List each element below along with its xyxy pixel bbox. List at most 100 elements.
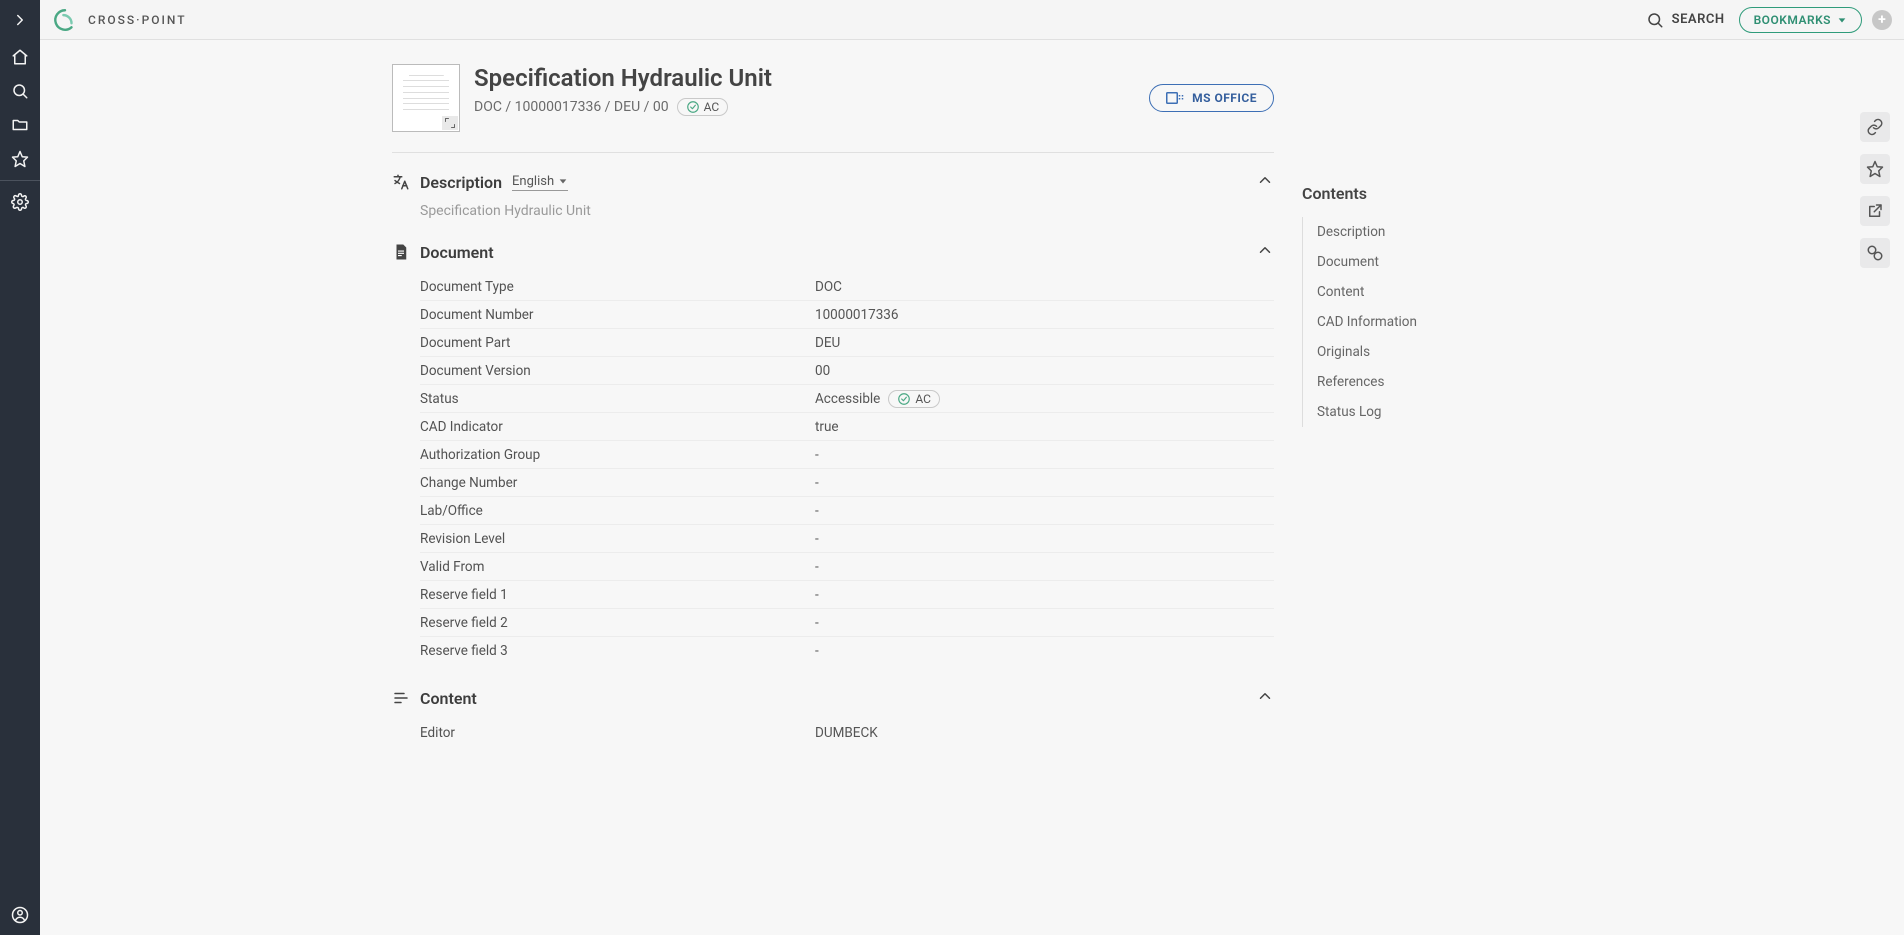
description-title: Description <box>420 173 502 192</box>
document-header: Specification Hydraulic Unit DOC / 10000… <box>392 64 1274 152</box>
user-icon[interactable] <box>0 895 40 935</box>
field-row: Document PartDEU <box>420 329 1274 357</box>
field-label: Document Version <box>420 363 815 379</box>
status-code: AC <box>704 100 720 114</box>
field-row: Valid From- <box>420 553 1274 581</box>
field-label: Document Number <box>420 307 815 323</box>
add-button[interactable]: + <box>1872 10 1892 30</box>
document-thumbnail[interactable] <box>392 64 460 132</box>
toc-item[interactable]: References <box>1303 367 1532 397</box>
header-search-label: SEARCH <box>1672 12 1725 27</box>
field-label: Revision Level <box>420 531 815 547</box>
header-divider <box>392 152 1274 153</box>
field-label: Document Type <box>420 279 815 295</box>
star-outline-icon[interactable] <box>1860 154 1890 184</box>
field-label: Status <box>420 391 815 407</box>
header-search-button[interactable]: SEARCH <box>1646 11 1725 29</box>
collapse-description-icon[interactable] <box>1256 171 1274 193</box>
brand: CROSS·POINT <box>52 7 187 33</box>
field-row: Lab/Office- <box>420 497 1274 525</box>
section-description: Description English Specification Hydrau… <box>392 171 1274 219</box>
field-value: DUMBECK <box>815 725 878 741</box>
field-value: - <box>815 615 819 631</box>
folder-icon[interactable] <box>0 108 40 142</box>
content-icon <box>392 689 410 707</box>
field-value: - <box>815 447 819 463</box>
field-label: Document Part <box>420 335 815 351</box>
language-value: English <box>512 174 554 189</box>
toc-item[interactable]: Document <box>1303 247 1532 277</box>
open-external-icon[interactable] <box>1860 196 1890 226</box>
status-badge: AC <box>677 98 729 116</box>
sidebar-separator <box>0 180 40 181</box>
field-row: EditorDUMBECK <box>420 719 1274 747</box>
document-title: Specification Hydraulic Unit <box>474 64 1135 92</box>
field-value: - <box>815 587 819 603</box>
field-row: Reserve field 1- <box>420 581 1274 609</box>
toc-title: Contents <box>1302 184 1532 203</box>
field-row: StatusAccessibleAC <box>420 385 1274 413</box>
field-label: Editor <box>420 725 815 741</box>
field-row: Reserve field 2- <box>420 609 1274 637</box>
collapse-content-icon[interactable] <box>1256 687 1274 709</box>
app-header: CROSS·POINT SEARCH BOOKMARKS + <box>40 0 1904 40</box>
language-select[interactable]: English <box>512 174 568 191</box>
ms-office-button[interactable]: MS OFFICE <box>1149 84 1274 112</box>
bookmarks-button[interactable]: BOOKMARKS <box>1739 7 1862 33</box>
translate-icon <box>392 173 410 191</box>
field-value: - <box>815 559 819 575</box>
collapse-document-icon[interactable] <box>1256 241 1274 263</box>
field-row: Authorization Group- <box>420 441 1274 469</box>
search-icon[interactable] <box>0 74 40 108</box>
ms-office-label: MS OFFICE <box>1192 91 1257 105</box>
document-breadcrumb: DOC / 10000017336 / DEU / 00 <box>474 99 669 115</box>
field-label: Reserve field 2 <box>420 615 815 631</box>
field-label: Change Number <box>420 475 815 491</box>
section-document: Document Document TypeDOCDocument Number… <box>392 241 1274 665</box>
toc-item[interactable]: Originals <box>1303 337 1532 367</box>
relations-icon[interactable] <box>1860 238 1890 268</box>
table-of-contents: Contents DescriptionDocumentContentCAD I… <box>1302 64 1532 427</box>
field-value: - <box>815 475 819 491</box>
field-label: Authorization Group <box>420 447 815 463</box>
field-value: - <box>815 531 819 547</box>
home-icon[interactable] <box>0 40 40 74</box>
field-value: AccessibleAC <box>815 390 940 408</box>
field-value: DEU <box>815 335 840 351</box>
toc-item[interactable]: Status Log <box>1303 397 1532 427</box>
star-icon[interactable] <box>0 142 40 176</box>
expand-sidebar-button[interactable] <box>0 0 40 40</box>
toc-item[interactable]: Content <box>1303 277 1532 307</box>
field-value: 00 <box>815 363 830 379</box>
field-value: - <box>815 503 819 519</box>
field-label: Valid From <box>420 559 815 575</box>
logo-icon <box>52 7 78 33</box>
description-text: Specification Hydraulic Unit <box>392 203 1274 219</box>
status-badge: AC <box>888 390 940 408</box>
brand-label: CROSS·POINT <box>88 13 187 27</box>
field-value: DOC <box>815 279 842 295</box>
gear-icon[interactable] <box>0 185 40 219</box>
field-row: Change Number- <box>420 469 1274 497</box>
section-content: Content EditorDUMBECK <box>392 687 1274 747</box>
bookmarks-label: BOOKMARKS <box>1754 13 1831 27</box>
content-section-title: Content <box>420 689 477 708</box>
field-value: 10000017336 <box>815 307 898 323</box>
field-label: Reserve field 3 <box>420 643 815 659</box>
field-row: Document Number10000017336 <box>420 301 1274 329</box>
document-meta: DOC / 10000017336 / DEU / 00 AC <box>474 98 1135 116</box>
expand-thumbnail-icon[interactable] <box>442 116 458 130</box>
action-rail <box>1860 112 1890 268</box>
sidebar <box>0 0 40 935</box>
document-icon <box>392 243 410 261</box>
document-section-title: Document <box>420 243 494 262</box>
field-row: Revision Level- <box>420 525 1274 553</box>
field-row: CAD Indicatortrue <box>420 413 1274 441</box>
field-row: Document Version00 <box>420 357 1274 385</box>
field-label: CAD Indicator <box>420 419 815 435</box>
link-icon[interactable] <box>1860 112 1890 142</box>
toc-item[interactable]: CAD Information <box>1303 307 1532 337</box>
field-value: true <box>815 419 839 435</box>
toc-item[interactable]: Description <box>1303 217 1532 247</box>
field-row: Reserve field 3- <box>420 637 1274 665</box>
